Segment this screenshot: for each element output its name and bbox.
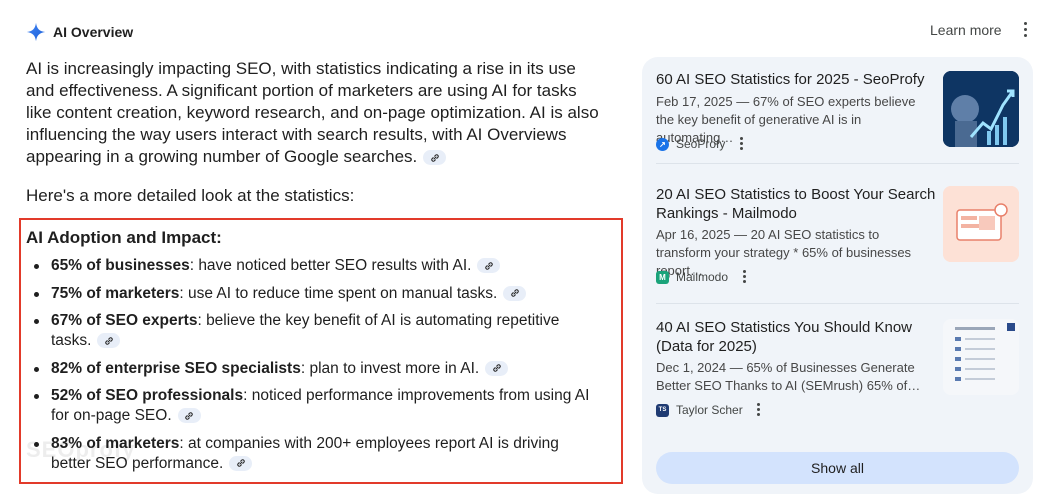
source-site: M Mailmodo [656,269,748,285]
statistic-item: 67% of SEO experts: believe the key bene… [26,311,601,351]
statistic-figure: 82% of enterprise SEO specialists [51,359,301,377]
statistic-text: : plan to invest more in AI. [300,359,480,377]
source-title[interactable]: 60 AI SEO Statistics for 2025 - SeoProfy [656,71,936,90]
statistic-item: 65% of businesses: have noticed better S… [26,256,601,276]
show-all-button[interactable]: Show all [656,452,1019,484]
source-site-name: Taylor Scher [676,403,743,417]
statistic-figure: 65% of businesses [51,257,190,274]
link-icon[interactable] [477,258,501,274]
sources-panel: 60 AI SEO Statistics for 2025 - SeoProfy… [642,57,1033,494]
ai-overview-header: AI Overview [26,20,133,44]
link-icon[interactable] [503,285,527,301]
gemini-sparkle-icon [26,22,46,42]
mailmodo-m-icon: M [656,270,669,284]
summary-text: AI is increasingly impacting SEO, with s… [26,59,599,166]
statistic-text: : use AI to reduce time spent on manual … [179,284,498,302]
source-snippet: Dec 1, 2024 — 65% of Businesses Generate… [656,360,921,393]
statistic-figure: 52% of SEO professionals [51,387,244,404]
divider [656,303,1019,304]
source-options-icon[interactable] [740,269,748,285]
statistic-item: 52% of SEO professionals: noticed perfor… [26,386,601,426]
link-icon[interactable] [485,360,509,376]
divider [656,163,1019,164]
statistic-text: : have noticed better SEO results with A… [189,257,472,274]
source-thumbnail [943,319,1019,395]
detail-lead-text: Here's a more detailed look at the stati… [26,186,355,205]
statistic-item: 82% of enterprise SEO specialists: plan … [26,359,601,379]
link-icon[interactable] [423,150,447,166]
summary-paragraph: AI is increasingly impacting SEO, with s… [26,58,606,168]
more-options-icon[interactable] [1019,22,1031,40]
link-icon[interactable] [97,333,121,349]
source-options-icon[interactable] [755,402,763,418]
source-title[interactable]: 20 AI SEO Statistics to Boost Your Searc… [656,186,936,223]
statistic-figure: 67% of SEO experts [51,312,198,329]
learn-more-link[interactable]: Learn more [930,22,1002,38]
source-site-name: Mailmodo [676,270,729,284]
section-heading: AI Adoption and Impact: [26,228,222,247]
source-title[interactable]: 40 AI SEO Statistics You Should Know (Da… [656,319,936,356]
ai-overview-title: AI Overview [53,24,134,40]
source-thumbnail [943,71,1019,147]
source-thumbnail [943,186,1019,262]
link-icon[interactable] [177,408,201,424]
source-site-name: SeoProfy [676,137,726,151]
statistic-figure: 75% of marketers [51,284,180,302]
ts-icon: TS [656,403,669,417]
source-site: ↗ SeoProfy [656,136,745,152]
link-icon[interactable] [229,455,253,471]
watermark: SEOprofy [26,437,136,462]
source-site: TS Taylor Scher [656,402,763,418]
source-options-icon[interactable] [737,136,745,152]
seoprofy-arrow-icon: ↗ [656,137,669,151]
statistic-item: 75% of marketers: use AI to reduce time … [26,284,601,304]
